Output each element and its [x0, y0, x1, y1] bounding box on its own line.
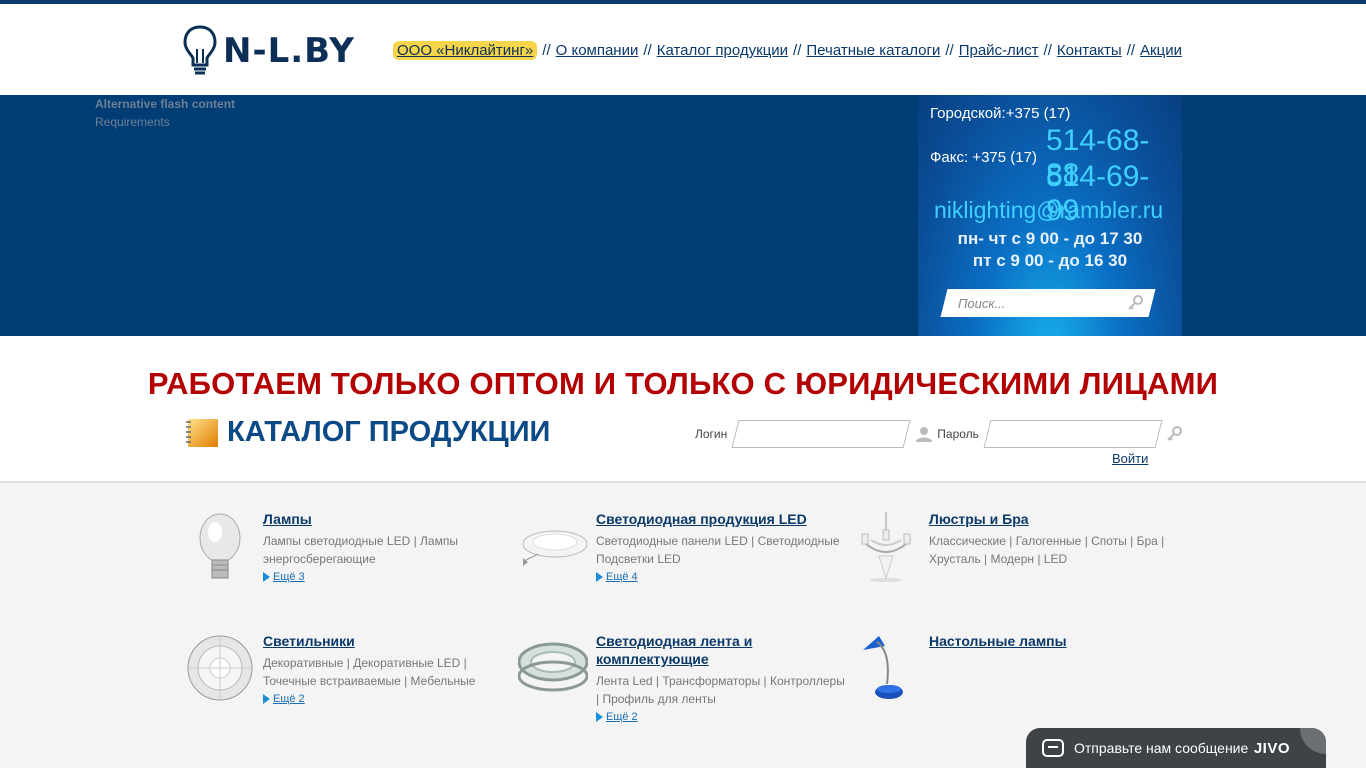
user-icon	[916, 427, 933, 442]
login-submit-link[interactable]: Войти	[1112, 451, 1148, 466]
contact-panel: Городской:+375 (17) 514-68-88 Факс: +375…	[918, 95, 1182, 336]
working-hours-weekdays: пн- чт с 9 00 - до 17 30	[957, 229, 1143, 248]
nav-separator: //	[1126, 42, 1136, 59]
fax-label: Факс: +375 (17)	[930, 149, 1037, 166]
working-hours-friday: пт с 9 00 - до 16 30	[972, 251, 1128, 270]
catalog-item-title[interactable]: Светодиодная лента и комплектующие	[596, 632, 846, 668]
message-icon	[1042, 739, 1064, 757]
led-strip-icon[interactable]	[518, 632, 588, 704]
login-field-wrap	[731, 420, 911, 448]
catalog-item-body: Светодиодная продукция LED Светодиодные …	[596, 510, 846, 583]
logo-text: N-L.BY	[223, 31, 355, 71]
key-icon[interactable]	[1165, 425, 1183, 443]
chandelier-icon[interactable]	[851, 510, 921, 582]
nav-company-name[interactable]: ООО «Никлайтинг»	[393, 41, 538, 60]
catalog-item-desc: Декоративные | Декоративные LED | Точечн…	[263, 656, 476, 688]
password-label: Пароль	[937, 427, 979, 441]
catalog-heading: КАТАЛОГ ПРОДУКЦИИ	[185, 416, 550, 449]
catalog-item-more[interactable]: Ещё 2	[596, 711, 846, 723]
catalog-item-body: Светильники Декоративные | Декоративные …	[263, 632, 513, 705]
nav-separator: //	[1043, 42, 1052, 59]
search-key-icon[interactable]	[1126, 294, 1144, 312]
catalog-item-body: Светодиодная лента и комплектующие Лента…	[596, 632, 846, 723]
play-arrow-icon	[596, 572, 603, 582]
catalog-title: КАТАЛОГ ПРОДУКЦИИ	[227, 416, 551, 448]
catalog-book-icon	[186, 418, 218, 447]
flash-alt-text: Alternative flash content	[95, 97, 236, 111]
nav-catalog[interactable]: Каталог продукции	[657, 42, 788, 59]
nav-price-list[interactable]: Прайс-лист	[959, 42, 1039, 59]
catalog-item-more[interactable]: Ещё 3	[263, 571, 513, 583]
catalog-item-more[interactable]: Ещё 2	[263, 693, 513, 705]
catalog-item-body: Настольные лампы	[929, 632, 1179, 650]
lightbulb-logo-icon	[183, 25, 217, 75]
site-header: N-L.BY ООО «Никлайтинг» // О компании //…	[0, 4, 1366, 95]
site-logo[interactable]: N-L.BY	[183, 24, 379, 78]
catalog-item-desc: Светодиодные панели LED | Светодиодные П…	[596, 534, 840, 566]
nav-separator: //	[945, 42, 954, 59]
crystal-fixture-icon[interactable]	[185, 632, 255, 704]
flash-requirements-link[interactable]: Requirements	[95, 115, 170, 129]
more-link[interactable]: Ещё 2	[273, 693, 305, 705]
catalog-item-more[interactable]: Ещё 4	[596, 571, 846, 583]
catalog-item-title[interactable]: Светодиодная продукция LED	[596, 510, 846, 528]
chat-label: Отправьте нам сообщение	[1074, 740, 1249, 756]
wholesale-notice: РАБОТАЕМ ТОЛЬКО ОПТОМ И ТОЛЬКО С ЮРИДИЧЕ…	[147, 366, 1219, 401]
login-input[interactable]	[736, 421, 897, 447]
play-arrow-icon	[596, 712, 603, 722]
chat-brand-logo: JIVO	[1253, 740, 1290, 757]
nav-contacts[interactable]: Контакты	[1057, 42, 1122, 59]
more-link[interactable]: Ещё 3	[273, 571, 305, 583]
chat-bubble-icon	[1300, 728, 1326, 754]
nav-about[interactable]: О компании	[556, 42, 639, 59]
nav-print-catalogs[interactable]: Печатные каталоги	[806, 42, 940, 59]
notice-band	[0, 336, 1366, 483]
nav-separator: //	[643, 42, 652, 59]
catalog-item-title[interactable]: Люстры и Бра	[929, 510, 1179, 528]
password-input[interactable]	[987, 421, 1148, 447]
play-arrow-icon	[263, 572, 270, 582]
city-phone-label: Городской:+375 (17)	[930, 105, 1071, 122]
catalog-item-body: Люстры и Бра Классические | Галогенные |…	[929, 510, 1179, 568]
catalog-item-title[interactable]: Настольные лампы	[929, 632, 1179, 650]
catalog-item-desc: Классические | Галогенные | Споты | Бра …	[929, 534, 1165, 566]
login-form: Логин Пароль	[695, 420, 1183, 448]
more-link[interactable]: Ещё 4	[606, 571, 638, 583]
desk-lamp-icon[interactable]	[851, 632, 921, 704]
catalog-item-desc: Лампы светодиодные LED | Лампы энергосбе…	[263, 534, 458, 566]
login-label: Логин	[695, 427, 728, 441]
nav-separator: //	[542, 42, 551, 59]
nav-promotions[interactable]: Акции	[1140, 42, 1182, 59]
chat-widget[interactable]: Отправьте нам сообщение JIVO	[1026, 728, 1326, 768]
catalog-item-title[interactable]: Светильники	[263, 632, 513, 650]
lamp-bulb-icon[interactable]	[185, 510, 255, 582]
password-field-wrap	[983, 420, 1163, 448]
more-link[interactable]: Ещё 2	[606, 711, 638, 723]
catalog-item-desc: Лента Led | Трансформаторы | Контроллеры…	[596, 674, 845, 706]
play-arrow-icon	[263, 694, 270, 704]
led-panel-icon[interactable]	[518, 510, 588, 582]
search-box	[940, 289, 1156, 317]
main-nav: ООО «Никлайтинг» // О компании // Катало…	[393, 41, 1182, 60]
search-input[interactable]	[944, 289, 1114, 317]
contact-email[interactable]: niklighting@rambler.ru	[934, 197, 1163, 224]
catalog-item-title[interactable]: Лампы	[263, 510, 513, 528]
nav-separator: //	[793, 42, 802, 59]
catalog-item-body: Лампы Лампы светодиодные LED | Лампы эне…	[263, 510, 513, 583]
